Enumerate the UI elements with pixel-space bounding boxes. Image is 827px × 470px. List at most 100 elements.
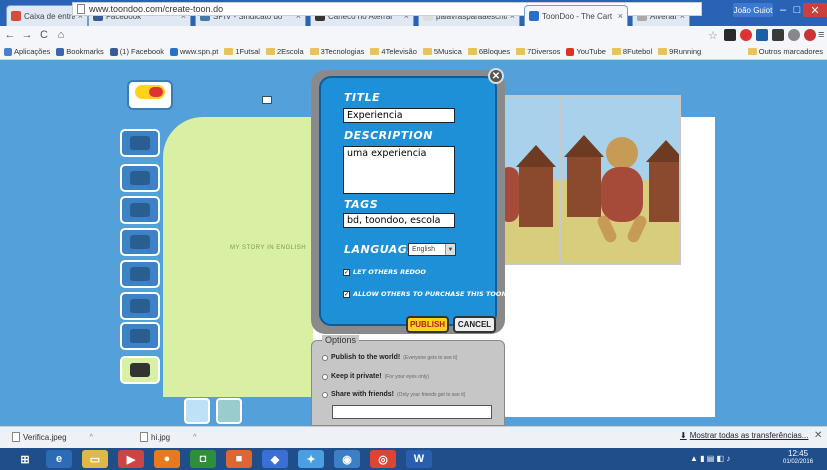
window-close-button[interactable]: ✕ bbox=[803, 3, 827, 17]
download-item[interactable]: hi.jpg ^ bbox=[140, 430, 196, 444]
clock[interactable]: 12:45 01/02/2016 bbox=[783, 449, 813, 467]
toondoo-logo[interactable] bbox=[127, 80, 173, 110]
tool-text[interactable] bbox=[120, 260, 160, 288]
cancel-button[interactable]: CANCEL bbox=[453, 316, 496, 333]
tool-doodle[interactable] bbox=[120, 356, 160, 384]
option-keep-private[interactable]: Keep it private! (For your eyes only) bbox=[322, 373, 429, 380]
tab-favicon-icon bbox=[11, 11, 21, 21]
language-select[interactable]: English ▼ bbox=[408, 243, 456, 256]
chevron-up-icon[interactable]: ^ bbox=[193, 434, 196, 441]
app-green-icon[interactable]: ◘ bbox=[190, 450, 216, 468]
toon-thumbnail[interactable] bbox=[184, 398, 210, 424]
download-item[interactable]: Verifica.jpeg ^ bbox=[12, 430, 93, 444]
bookmark-star-icon[interactable]: ☆ bbox=[708, 29, 720, 42]
extension-icon[interactable] bbox=[724, 29, 736, 41]
extension-mail-icon[interactable] bbox=[772, 29, 784, 41]
word-icon[interactable]: W bbox=[406, 450, 432, 468]
tool-props[interactable] bbox=[120, 196, 160, 224]
bookmarks-bar: Aplicações Bookmarks (1) Facebook www.spn.p… bbox=[0, 44, 827, 60]
user-profile-badge[interactable]: João Guiot bbox=[733, 3, 773, 17]
option-publish-world[interactable]: Publish to the world! (Everyone gets to … bbox=[322, 354, 457, 361]
radio-button[interactable] bbox=[322, 391, 328, 398]
download-arrow-icon: ⬇ bbox=[680, 431, 687, 440]
characters-icon bbox=[130, 136, 150, 150]
tool-vehicles[interactable] bbox=[120, 228, 160, 256]
file-icon bbox=[140, 432, 148, 442]
extension-pinterest-icon[interactable] bbox=[804, 29, 816, 41]
firefox-icon[interactable]: ● bbox=[154, 450, 180, 468]
reload-button[interactable]: C bbox=[37, 28, 51, 42]
redoo-checkbox[interactable]: ✓ bbox=[343, 268, 350, 276]
system-tray-icons[interactable]: ▲ ▮ ▤ ◧ ♪ bbox=[690, 454, 730, 463]
house-shape bbox=[567, 157, 601, 217]
radio-button[interactable] bbox=[322, 354, 328, 361]
comic-panel-2[interactable] bbox=[559, 95, 681, 265]
bookmark-item[interactable]: YouTube bbox=[566, 47, 606, 56]
option-share-friends[interactable]: Share with friends! (Only your friends g… bbox=[322, 391, 465, 398]
bookmark-item[interactable]: 1Futsal bbox=[224, 47, 260, 56]
ie-icon[interactable]: e bbox=[46, 450, 72, 468]
radio-button[interactable] bbox=[322, 373, 328, 380]
bookmark-item[interactable]: 5Musica bbox=[422, 47, 462, 56]
app-orange-icon[interactable]: ■ bbox=[226, 450, 252, 468]
maximize-button[interactable]: □ bbox=[790, 3, 804, 17]
page-margin bbox=[715, 117, 827, 417]
forward-button[interactable]: → bbox=[20, 28, 34, 42]
back-button[interactable]: ← bbox=[3, 28, 17, 42]
bookmark-item[interactable]: 4Televisão bbox=[370, 47, 417, 56]
options-title: Options bbox=[322, 335, 360, 345]
bookmark-item[interactable]: 2Escola bbox=[265, 47, 304, 56]
publish-button[interactable]: PUBLISH bbox=[406, 316, 449, 333]
extension-red-icon[interactable] bbox=[740, 29, 752, 41]
media-icon[interactable]: ▶ bbox=[118, 450, 144, 468]
bookmark-item[interactable]: Aplicações bbox=[4, 47, 50, 56]
editor-canvas[interactable] bbox=[163, 117, 313, 397]
minimize-button[interactable]: – bbox=[776, 3, 790, 17]
folder-icon bbox=[611, 48, 621, 55]
bookmark-item[interactable]: 3Tecnologias bbox=[309, 47, 364, 56]
home-button[interactable]: ⌂ bbox=[54, 28, 68, 42]
chrome-icon[interactable]: ◎ bbox=[370, 450, 396, 468]
show-all-downloads-link[interactable]: ⬇ Mostrar todas as transferências... bbox=[680, 431, 808, 440]
bookmark-item[interactable]: 9Running bbox=[658, 47, 701, 56]
downloads-close-icon[interactable]: ✕ bbox=[814, 430, 822, 441]
windows-start-icon[interactable]: ⊞ bbox=[12, 450, 38, 468]
language-value: English bbox=[412, 246, 435, 253]
purchase-checkbox[interactable]: ✓ bbox=[343, 290, 350, 298]
doodle-icon bbox=[130, 363, 150, 377]
title-input[interactable]: Experiencia bbox=[343, 108, 455, 123]
text-icon bbox=[130, 267, 150, 281]
title-label: TITLE bbox=[344, 91, 381, 104]
friends-input[interactable] bbox=[332, 405, 492, 419]
purchase-option[interactable]: ✓ ALLOW OTHERS TO PURCHASE THIS TOON bbox=[343, 290, 507, 298]
folder-icon bbox=[658, 48, 668, 55]
editor-checkbox[interactable] bbox=[262, 96, 272, 104]
explorer-folder-icon[interactable]: ▭ bbox=[82, 450, 108, 468]
extension-blue-icon[interactable] bbox=[756, 29, 768, 41]
bookmark-item[interactable]: (1) Facebook bbox=[109, 47, 164, 56]
dialog-close-button[interactable]: ✕ bbox=[488, 68, 504, 84]
bookmark-item[interactable]: 6Bloques bbox=[467, 47, 510, 56]
app-photos-icon[interactable]: ◉ bbox=[334, 450, 360, 468]
redoo-option[interactable]: ✓ LET OTHERS REDOO bbox=[343, 268, 426, 276]
tool-emotions[interactable] bbox=[120, 292, 160, 320]
tool-backgrounds[interactable] bbox=[120, 164, 160, 192]
house-shape bbox=[649, 162, 679, 222]
toon-thumbnail[interactable] bbox=[216, 398, 242, 424]
app-lightblue-icon[interactable]: ✦ bbox=[298, 450, 324, 468]
browser-tab[interactable]: ToonDoo - The Cart × bbox=[524, 5, 628, 26]
bookmark-item[interactable]: 7Diversos bbox=[516, 47, 560, 56]
chevron-up-icon[interactable]: ^ bbox=[90, 434, 93, 441]
tab-close-icon[interactable]: × bbox=[618, 11, 623, 21]
tags-input[interactable]: bd, toondoo, escola bbox=[343, 213, 455, 228]
bookmark-item[interactable]: 8Futebol bbox=[611, 47, 652, 56]
bookmark-item[interactable]: Outros marcadores bbox=[747, 47, 823, 56]
tool-special[interactable] bbox=[120, 322, 160, 350]
bookmark-item[interactable]: www.spn.pt bbox=[169, 47, 218, 56]
app-blue-icon[interactable]: ◆ bbox=[262, 450, 288, 468]
bookmark-item[interactable]: Bookmarks bbox=[56, 47, 104, 56]
tool-characters[interactable] bbox=[120, 129, 160, 157]
menu-icon[interactable]: ≡ bbox=[818, 29, 827, 41]
description-textarea[interactable]: uma experiencia bbox=[343, 146, 455, 194]
extension-gear-icon[interactable] bbox=[788, 29, 800, 41]
